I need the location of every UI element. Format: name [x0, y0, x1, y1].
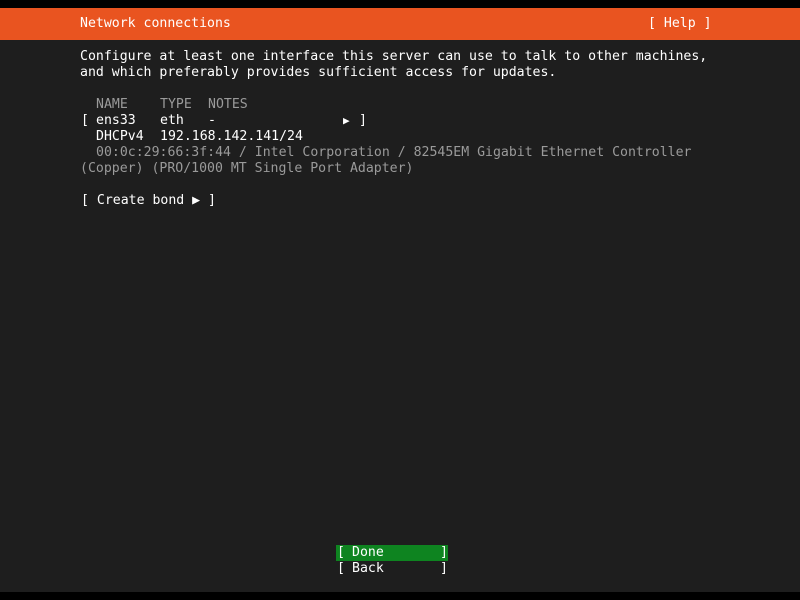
- create-bond-button[interactable]: [ Create bond ▶ ]: [81, 193, 216, 209]
- column-header-notes: NOTES: [208, 97, 248, 112]
- header-bar: Network connections [ Help ]: [0, 8, 800, 40]
- intro-text-line-1: Configure at least one interface this se…: [80, 49, 708, 64]
- dhcp-label: DHCPv4: [96, 129, 144, 144]
- installer-screen: Network connections [ Help ] Configure a…: [0, 8, 800, 592]
- done-close-bracket: ]: [440, 545, 448, 560]
- done-button-label: Done: [352, 545, 384, 560]
- interface-menu-arrow-icon[interactable]: ▶: [343, 113, 350, 129]
- help-button[interactable]: [ Help ]: [648, 16, 712, 32]
- page-title: Network connections: [80, 16, 231, 31]
- row-close-bracket: ]: [359, 113, 367, 128]
- column-header-type: TYPE: [160, 97, 192, 112]
- row-open-bracket: [: [81, 113, 89, 128]
- back-open-bracket: [: [337, 561, 345, 576]
- back-button[interactable]: [ Back ]: [336, 561, 448, 577]
- back-button-label: Back: [352, 561, 384, 576]
- done-button[interactable]: [ Done ]: [336, 545, 448, 561]
- done-open-bracket: [: [337, 545, 345, 560]
- hardware-info-line-1: 00:0c:29:66:3f:44 / Intel Corporation / …: [96, 145, 692, 160]
- interface-notes: -: [208, 113, 216, 128]
- hardware-info-line-2: (Copper) (PRO/1000 MT Single Port Adapte…: [80, 161, 414, 176]
- interface-name: ens33: [96, 113, 136, 128]
- column-header-name: NAME: [96, 97, 128, 112]
- intro-text-line-2: and which preferably provides sufficient…: [80, 65, 557, 80]
- back-close-bracket: ]: [440, 561, 448, 576]
- interface-type: eth: [160, 113, 184, 128]
- ip-address: 192.168.142.141/24: [160, 129, 303, 144]
